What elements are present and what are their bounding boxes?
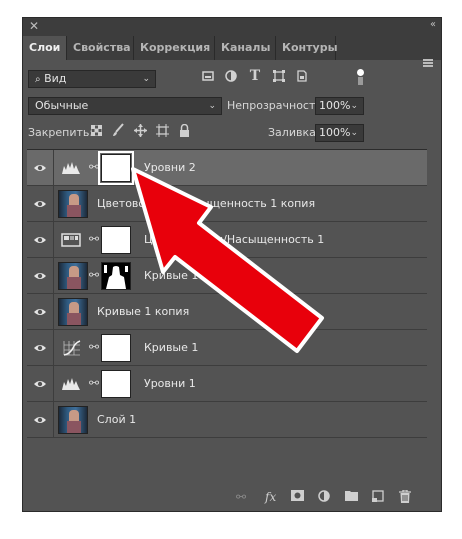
red-arrow-annotation — [131, 167, 324, 353]
